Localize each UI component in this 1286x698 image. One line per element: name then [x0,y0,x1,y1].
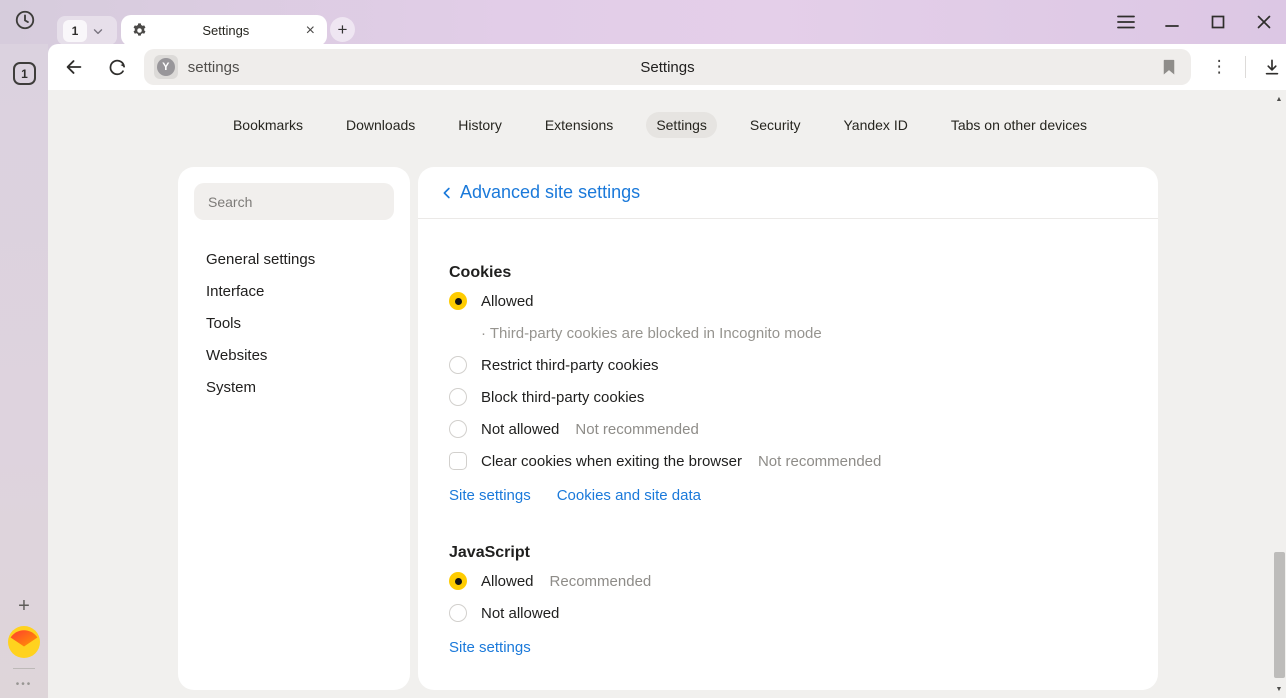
sidebar-item-interface[interactable]: Interface [178,276,410,308]
cookies-option-allowed[interactable]: Allowed [449,285,1127,317]
javascript-section-title: JavaScript [449,541,1127,565]
option-label: Allowed [481,293,534,310]
cookies-section-title: Cookies [449,261,1127,285]
yandex-favicon-icon: Y [157,58,175,76]
page-title[interactable]: Advanced site settings [460,182,640,203]
nav-tab-other-devices[interactable]: Tabs on other devices [941,112,1097,138]
minimize-icon[interactable] [1162,12,1182,32]
toolbar-divider [1245,56,1246,78]
kebab-menu-icon[interactable]: ⋮ [1205,53,1233,81]
browser-window: 1 Settings × + [0,0,1286,698]
browser-toolbar: Y settings Settings ⋮ [48,44,1286,90]
close-tab-icon[interactable]: × [304,23,317,39]
gear-icon [131,22,148,39]
javascript-links: Site settings [449,631,1127,663]
scroll-up-icon[interactable]: ▲ [1272,92,1286,106]
cookies-links: Site settings Cookies and site data [449,479,1127,511]
maximize-icon[interactable] [1208,12,1228,32]
cookies-option-restrict[interactable]: Restrict third-party cookies [449,349,1127,381]
settings-top-nav: Bookmarks Downloads History Extensions S… [48,112,1272,138]
scroll-down-icon[interactable]: ▼ [1272,682,1286,696]
option-label: Not allowed [481,605,559,622]
javascript-option-allowed[interactable]: Allowed Recommended [449,565,1127,597]
radio-unselected-icon[interactable] [449,388,467,406]
cookies-and-site-data-link[interactable]: Cookies and site data [557,487,701,504]
tab-group-control[interactable]: 1 [57,16,117,45]
chevron-down-icon[interactable] [91,24,105,38]
nav-tab-settings[interactable]: Settings [646,112,717,138]
history-clock-icon[interactable] [13,8,37,32]
downloads-icon[interactable] [1258,53,1286,81]
cookies-allowed-note: · Third-party cookies are blocked in Inc… [449,317,1127,349]
page-favicon: Y [154,55,178,79]
option-hint: Recommended [550,573,652,590]
radio-unselected-icon[interactable] [449,420,467,438]
sidebar-divider [13,668,35,669]
checkbox-unchecked-icon[interactable] [449,452,467,470]
omnibox-page-title: Settings [144,59,1192,76]
site-settings-link[interactable]: Site settings [449,487,531,504]
browser-tab-settings[interactable]: Settings × [121,15,327,46]
chevron-left-icon [438,184,456,202]
sidebar-add-icon[interactable]: + [18,596,30,616]
settings-main-panel: Advanced site settings Cookies Allowed ·… [418,167,1158,690]
close-window-icon[interactable] [1254,12,1274,32]
yandex-mail-icon[interactable] [8,626,40,658]
sidebar-item-general-settings[interactable]: General settings [178,244,410,276]
nav-tab-yandex-id[interactable]: Yandex ID [833,112,917,138]
settings-sidebar-panel: General settings Interface Tools Website… [178,167,410,690]
nav-tab-security[interactable]: Security [740,112,811,138]
address-bar[interactable]: Y settings Settings [144,49,1192,85]
search-input[interactable] [194,183,394,220]
cookies-option-block[interactable]: Block third-party cookies [449,381,1127,413]
javascript-option-not-allowed[interactable]: Not allowed [449,597,1127,629]
option-label: Clear cookies when exiting the browser [481,453,742,470]
nav-tab-downloads[interactable]: Downloads [336,112,425,138]
radio-selected-icon[interactable] [449,292,467,310]
cookies-option-not-allowed[interactable]: Not allowed Not recommended [449,413,1127,445]
back-to-advanced-settings[interactable]: Advanced site settings [418,167,1158,219]
window-titlebar: 1 Settings × + [0,0,1286,44]
option-hint: Not recommended [575,421,698,438]
sidebar-item-websites[interactable]: Websites [178,340,410,372]
nav-tab-extensions[interactable]: Extensions [535,112,623,138]
option-label: Restrict third-party cookies [481,357,659,374]
radio-unselected-icon[interactable] [449,356,467,374]
radio-unselected-icon[interactable] [449,604,467,622]
settings-menu: General settings Interface Tools Website… [178,244,410,404]
bookmark-icon[interactable] [1159,57,1179,77]
url-text[interactable]: settings [188,59,240,76]
option-label: Allowed [481,573,534,590]
scrollbar-thumb[interactable] [1274,552,1285,678]
window-controls [1116,0,1274,44]
nav-tab-history[interactable]: History [448,112,512,138]
browser-menu-icon[interactable] [1116,12,1136,32]
browser-side-rail: 1 + ••• [0,44,48,698]
tab-title: Settings [148,23,304,38]
radio-selected-icon[interactable] [449,572,467,590]
new-tab-button[interactable]: + [330,17,355,42]
settings-page: Bookmarks Downloads History Extensions S… [48,90,1286,698]
option-label: Block third-party cookies [481,389,644,406]
option-hint: Not recommended [758,453,881,470]
option-label: Not allowed [481,421,559,438]
reload-icon[interactable] [104,53,132,81]
cookies-clear-on-exit[interactable]: Clear cookies when exiting the browser N… [449,445,1127,477]
page-scrollbar[interactable]: ▲ ▼ [1272,90,1286,698]
nav-tab-bookmarks[interactable]: Bookmarks [223,112,313,138]
sidebar-more-icon[interactable]: ••• [16,679,33,690]
site-settings-link[interactable]: Site settings [449,639,531,656]
sidebar-tab-counter[interactable]: 1 [13,62,36,85]
tab-group-count-badge[interactable]: 1 [63,20,87,42]
back-icon[interactable] [60,53,88,81]
sidebar-item-tools[interactable]: Tools [178,308,410,340]
sidebar-item-system[interactable]: System [178,372,410,404]
